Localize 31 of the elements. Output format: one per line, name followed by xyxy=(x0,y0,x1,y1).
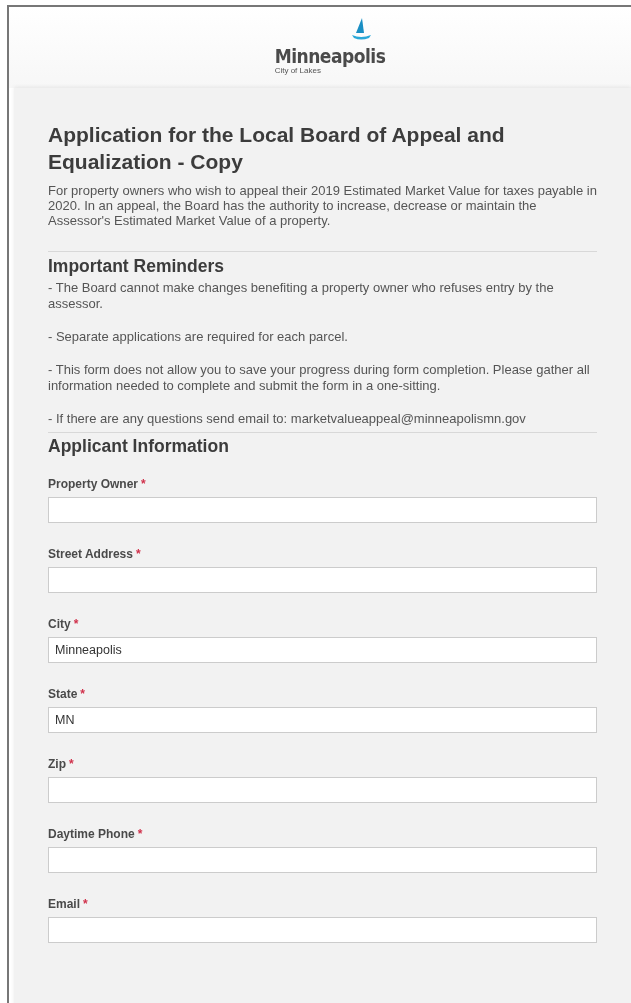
section-heading: Important Reminders xyxy=(48,256,225,277)
field-label: Property Owner xyxy=(48,477,139,491)
section-heading: Applicant Information xyxy=(48,436,230,457)
form-description: For property owners who wish to appeal their 2019 Estimated Market Value for taxes payable in 2020. In an appeal, the Board has the authority to increase, decrease or maintain the Assessor's Estimated Market Value of a property. xyxy=(48,183,597,228)
text-field[interactable] xyxy=(48,777,597,803)
required-mark: * xyxy=(135,547,141,561)
required-mark: * xyxy=(141,477,146,491)
text-field[interactable]: MN xyxy=(48,707,597,733)
field-label: City xyxy=(48,617,71,631)
reminder-text: - This form does not allow you to save your progress during form completion. Please gather all information needed to complete and submit the form in a one-sitting. xyxy=(48,362,591,394)
required-mark: * xyxy=(80,687,85,701)
field-label: Street Address xyxy=(48,547,133,561)
logo-tagline: City of Lakes xyxy=(274,66,321,75)
field-label: Daytime Phone xyxy=(48,827,135,841)
required-mark: * xyxy=(83,897,88,911)
text-field[interactable] xyxy=(48,497,597,523)
reminder-text: - The Board cannot make changes benefiting a property owner who refuses entry by the assessor. xyxy=(48,280,555,312)
required-mark: * xyxy=(73,617,79,631)
field-label: Email xyxy=(48,897,80,911)
text-field[interactable]: Minneapolis xyxy=(48,637,597,663)
form-title: Application for the Local Board of Appeal and Equalization - Copy xyxy=(48,122,506,175)
text-field[interactable] xyxy=(48,847,597,873)
reminder-text: - Separate applications are required for each parcel. xyxy=(48,329,349,345)
field-label: Zip xyxy=(48,757,66,771)
logo-wordmark: Minneapolis xyxy=(274,45,386,67)
required-mark: * xyxy=(137,827,143,841)
reminder-text: - If there are any questions send email to: marketvalueappeal@minneapolismn.gov xyxy=(48,411,527,427)
text-field[interactable] xyxy=(48,917,597,943)
field-label: State xyxy=(48,687,78,701)
required-mark: * xyxy=(69,757,74,771)
text-field[interactable] xyxy=(48,567,597,593)
